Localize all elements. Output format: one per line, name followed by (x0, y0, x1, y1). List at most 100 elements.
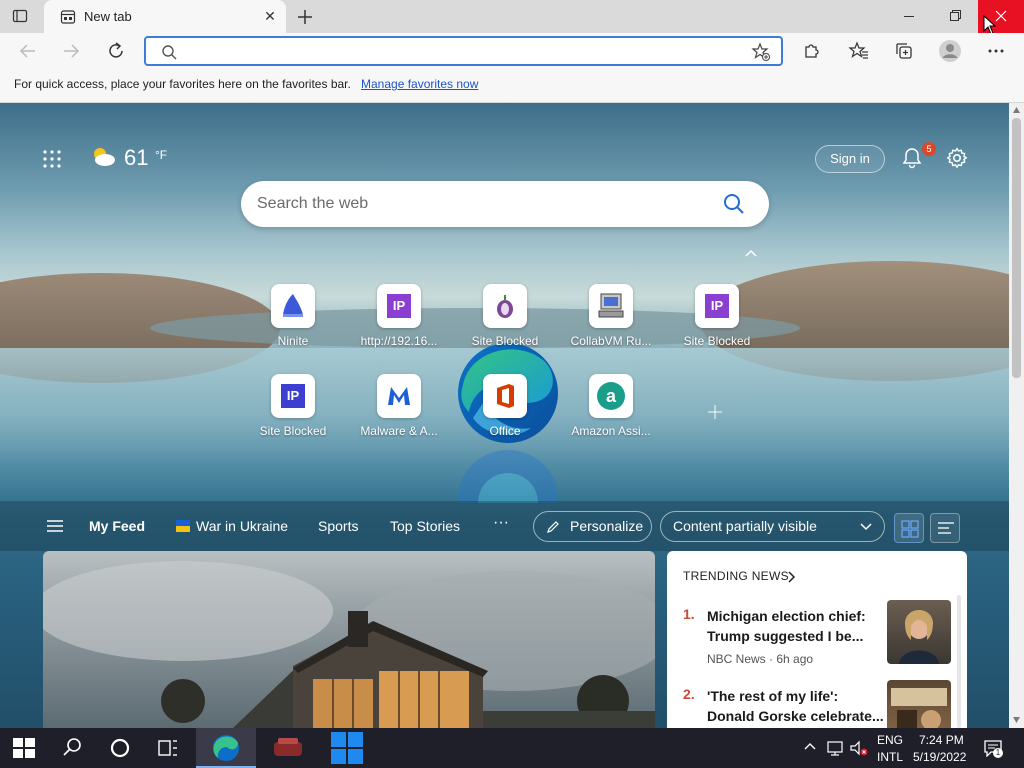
windows-app-taskbar-icon[interactable] (324, 728, 370, 768)
tile-office[interactable]: Office (455, 374, 555, 450)
trending-scrollbar[interactable] (957, 595, 961, 728)
ninite-icon (271, 284, 315, 328)
tile-ip-address[interactable]: IP http://192.16... (349, 284, 449, 360)
hero-news-card[interactable] (43, 551, 655, 728)
cortana-icon[interactable] (97, 728, 143, 768)
page-settings-gear-icon[interactable] (946, 147, 968, 169)
tab-top-stories[interactable]: Top Stories (390, 518, 460, 534)
profile-avatar[interactable] (938, 39, 962, 63)
tab-title: New tab (84, 9, 132, 24)
edge-taskbar-icon[interactable] (196, 728, 256, 768)
trending-item[interactable]: 2. 'The rest of my life': Donald Gorske … (683, 680, 953, 728)
apps-launcher-icon[interactable] (43, 150, 61, 168)
add-site-plus-icon[interactable] (706, 403, 724, 421)
tile-ninite[interactable]: Ninite (243, 284, 343, 360)
title-bar: New tab ✕ (0, 0, 1024, 35)
app-taskbar-icon[interactable] (268, 728, 308, 768)
office-icon (483, 374, 527, 418)
tab-my-feed[interactable]: My Feed (89, 518, 145, 534)
feed-navigation: My Feed War in Ukraine Sports Top Storie… (0, 501, 1009, 551)
trending-item-title[interactable]: Michigan election chief: Trump suggested… (707, 606, 887, 646)
ip-icon: IP (271, 374, 315, 418)
scroll-up-arrow-icon[interactable] (1012, 106, 1021, 114)
search-icon[interactable] (723, 193, 745, 215)
forward-button[interactable] (60, 40, 82, 62)
tab-new-tab[interactable]: New tab ✕ (44, 0, 286, 33)
back-button[interactable] (17, 40, 39, 62)
trending-item-number: 2. (683, 686, 695, 702)
refresh-button[interactable] (105, 40, 127, 62)
tile-label: Site Blocked (259, 424, 327, 438)
manage-favorites-link[interactable]: Manage favorites now (361, 77, 478, 91)
action-center-icon[interactable]: 1 (983, 739, 1003, 758)
tab-close-icon[interactable]: ✕ (262, 8, 278, 24)
chevron-down-icon (859, 522, 873, 532)
tab-actions-icon[interactable] (12, 8, 28, 24)
notifications-bell-icon[interactable] (902, 147, 922, 169)
chevron-right-icon[interactable] (787, 571, 797, 583)
ukraine-flag-icon (176, 520, 190, 532)
web-search-box[interactable]: Search the web (241, 181, 769, 227)
list-layout-button[interactable] (930, 513, 960, 543)
malwarebytes-icon (377, 374, 421, 418)
tab-sports[interactable]: Sports (318, 518, 358, 534)
page-scrollbar-thumb[interactable] (1012, 118, 1021, 378)
ip-icon: IP (377, 284, 421, 328)
tile-collabvm[interactable]: CollabVM Ru... (561, 284, 661, 360)
show-hidden-icons-chevron[interactable] (803, 741, 817, 751)
weather-temperature[interactable]: 61 (124, 145, 148, 171)
tile-amazon-assistant[interactable]: a Amazon Assi... (561, 374, 661, 450)
tile-label: Site Blocked (471, 334, 539, 348)
search-taskbar-icon[interactable] (49, 728, 95, 768)
clock-date[interactable]: 5/19/2022 (913, 750, 966, 764)
tile-label: Malware & A... (360, 424, 438, 438)
mouse-cursor-icon (983, 15, 997, 35)
more-topics-button[interactable]: ··· (493, 514, 509, 532)
network-icon[interactable] (826, 739, 844, 757)
add-favorite-icon[interactable] (751, 42, 771, 62)
web-search-input[interactable]: Search the web (257, 195, 368, 213)
ip-icon: IP (695, 284, 739, 328)
search-icon (161, 44, 177, 60)
volume-muted-icon[interactable] (849, 739, 869, 757)
address-toolbar (0, 33, 1024, 69)
collapse-tiles-chevron-icon[interactable] (744, 248, 758, 258)
trending-item-title[interactable]: 'The rest of my life': Donald Gorske cel… (707, 686, 887, 726)
input-language[interactable]: ENG (877, 733, 903, 747)
tile-malwarebytes[interactable]: Malware & A... (349, 374, 449, 450)
menu-hamburger-icon[interactable] (46, 519, 64, 533)
clock-time[interactable]: 7:24 PM (919, 733, 964, 747)
scroll-down-arrow-icon[interactable] (1012, 716, 1021, 724)
minimize-button[interactable] (886, 0, 932, 33)
trending-item[interactable]: 1. Michigan election chief: Trump sugges… (683, 600, 953, 680)
tab-war-in-ukraine[interactable]: War in Ukraine (196, 518, 288, 534)
restore-button[interactable] (932, 0, 978, 33)
edge-logo-reflection (455, 448, 561, 503)
collections-icon[interactable] (893, 40, 915, 62)
task-view-icon[interactable] (145, 728, 191, 768)
trending-item-source: NBC News · 6h ago (707, 652, 814, 666)
favorites-icon[interactable] (848, 40, 870, 62)
trending-heading[interactable]: TRENDING NEWS (683, 569, 789, 583)
tor-onion-icon (483, 284, 527, 328)
start-button[interactable] (1, 728, 47, 768)
grid-layout-button[interactable] (894, 513, 924, 543)
extensions-icon[interactable] (800, 40, 822, 62)
house-photo (43, 561, 655, 728)
tile-site-blocked-2[interactable]: IP Site Blocked (243, 374, 343, 450)
trending-thumbnail (887, 600, 951, 664)
new-tab-button[interactable] (294, 6, 316, 28)
personalize-button[interactable]: Personalize (533, 511, 652, 542)
sign-in-button[interactable]: Sign in (815, 145, 885, 173)
pencil-icon (546, 520, 560, 534)
tile-label: CollabVM Ru... (570, 334, 652, 348)
address-bar[interactable] (144, 36, 783, 66)
new-tab-page: 61 °F Sign in 5 Search the web Ninite IP… (0, 103, 1009, 728)
svg-text:a: a (606, 386, 617, 406)
input-keyboard-layout[interactable]: INTL (877, 750, 903, 764)
settings-more-icon[interactable] (985, 40, 1007, 62)
tile-site-blocked-tor[interactable]: Site Blocked (455, 284, 555, 360)
content-visibility-dropdown[interactable]: Content partially visible (660, 511, 885, 542)
tile-site-blocked[interactable]: IP Site Blocked (667, 284, 767, 360)
partly-cloudy-icon (90, 145, 116, 167)
